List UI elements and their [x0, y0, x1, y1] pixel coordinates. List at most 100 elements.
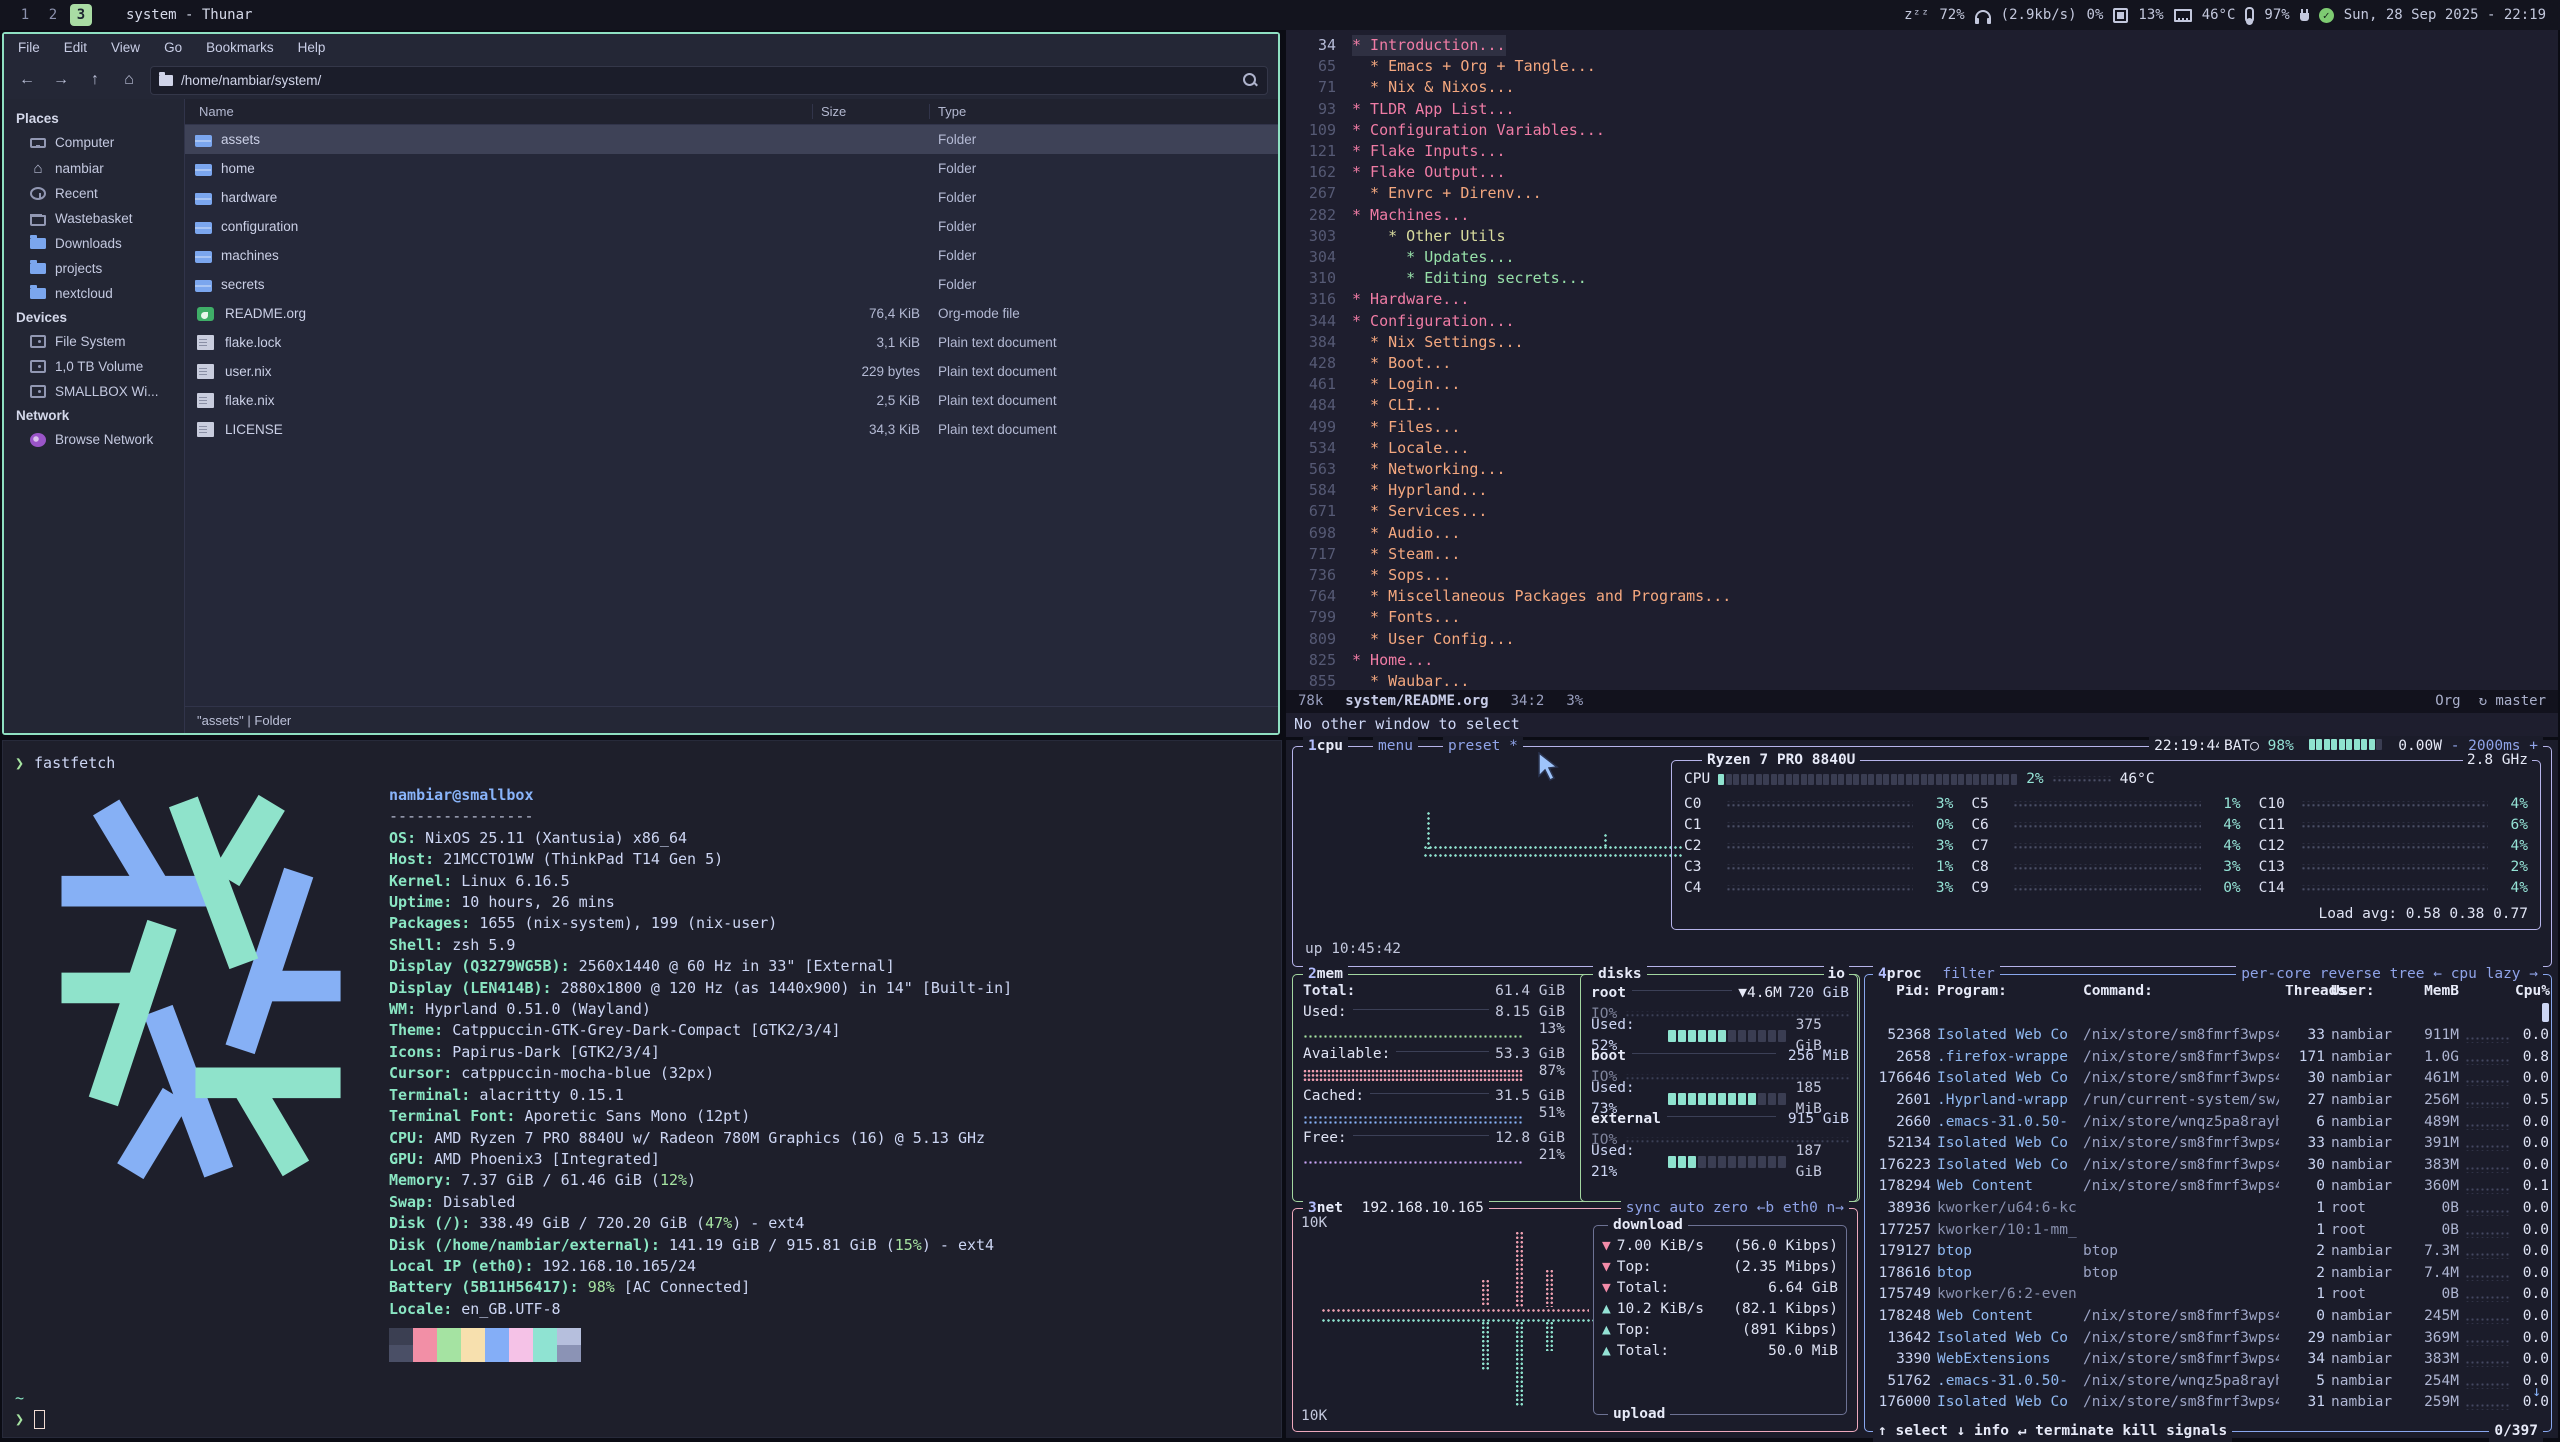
workspace-button[interactable]: 1 — [14, 4, 36, 26]
org-line[interactable]: 584 * Hyprland... — [1286, 480, 2558, 501]
file-row[interactable]: assets Folder — [185, 125, 1278, 154]
column-size[interactable]: Size — [813, 104, 930, 119]
file-row[interactable]: user.nix 229 bytes Plain text document — [185, 357, 1278, 386]
proc-footer-keys[interactable]: ↑ select ↓ info ↵ terminate kill signals — [1873, 1421, 2232, 1442]
process-row[interactable]: 13642 Isolated Web Co /nix/store/sm8fmrf… — [1871, 1327, 2545, 1349]
clock-date[interactable]: Sun, 28 Sep 2025 - 22:19 — [2344, 7, 2546, 23]
column-type[interactable]: Type — [930, 104, 1278, 119]
process-row[interactable]: 176000 Isolated Web Co /nix/store/sm8fmr… — [1871, 1392, 2545, 1414]
file-row[interactable]: flake.nix 2,5 KiB Plain text document — [185, 386, 1278, 415]
process-row[interactable]: 38936 kworker/u64:6-kc 1 root 0B 0.0 — [1871, 1198, 2545, 1220]
filter-button[interactable]: filter — [1942, 966, 1994, 982]
volume-value[interactable]: 72% — [1939, 7, 1964, 23]
sidebar-place-item[interactable]: nextcloud — [4, 281, 184, 306]
process-row[interactable]: 2601 .Hyprland-wrapp /run/current-system… — [1871, 1090, 2545, 1112]
process-row[interactable]: 178294 Web Content /nix/store/sm8fmrf3wp… — [1871, 1176, 2545, 1198]
org-line[interactable]: 764 * Miscellaneous Packages and Program… — [1286, 586, 2558, 607]
disks-title[interactable]: disks — [1593, 964, 1647, 985]
process-row[interactable]: 175749 kworker/6:2-even 1 root 0B 0.0 — [1871, 1284, 2545, 1306]
search-icon[interactable] — [1241, 71, 1259, 89]
process-row[interactable]: 177257 kworker/10:1-mm_ 1 root 0B 0.0 — [1871, 1219, 2545, 1241]
menu-item[interactable]: Edit — [64, 40, 87, 55]
org-line[interactable]: 809 * User Config... — [1286, 629, 2558, 650]
org-line[interactable]: 484 * CLI... — [1286, 395, 2558, 416]
forward-button[interactable]: → — [48, 67, 74, 93]
process-row[interactable]: 52134 Isolated Web Co /nix/store/sm8fmrf… — [1871, 1133, 2545, 1155]
workspace-button[interactable]: 3 — [70, 4, 92, 26]
buffer-name[interactable]: system/README.org — [1345, 691, 1488, 712]
process-row[interactable]: 3390 WebExtensions /nix/store/sm8fmrf3wp… — [1871, 1349, 2545, 1371]
file-row[interactable]: README.org 76,4 KiB Org-mode file — [185, 299, 1278, 328]
org-line[interactable]: 65 * Emacs + Org + Tangle... — [1286, 56, 2558, 77]
shell-prompt-empty[interactable]: ❯ — [15, 1409, 45, 1430]
org-line[interactable]: 344 * Configuration... — [1286, 311, 2558, 332]
file-row[interactable]: home Folder — [185, 154, 1278, 183]
up-button[interactable]: ↑ — [82, 67, 108, 93]
menu-button[interactable]: menu — [1373, 736, 1418, 757]
org-buffer[interactable]: 34 * Introduction... 65 * Emacs + Org + … — [1286, 30, 2558, 690]
cpu-panel-title[interactable]: 1cpu — [1303, 736, 1348, 757]
org-line[interactable]: 310 * Editing secrets... — [1286, 268, 2558, 289]
org-line[interactable]: 825 * Home... — [1286, 650, 2558, 671]
org-line[interactable]: 799 * Fonts... — [1286, 607, 2558, 628]
net-panel-title[interactable]: 3net 192.168.10.165 — [1303, 1198, 1489, 1219]
sidebar-place-item[interactable]: nambiar — [4, 155, 184, 181]
process-row[interactable]: 178616 btop btop 2 nambiar 7.4M 0.0 — [1871, 1263, 2545, 1285]
menu-item[interactable]: Help — [298, 40, 326, 55]
org-line[interactable]: 109 * Configuration Variables... — [1286, 120, 2558, 141]
menu-item[interactable]: Go — [164, 40, 182, 55]
cpu-usage-value[interactable]: 0% — [2087, 7, 2104, 23]
terminal-window[interactable]: ❯ fastfetch nambiar@smallbox -----------… — [2, 740, 1282, 1438]
temperature-value[interactable]: 46°C — [2202, 7, 2236, 23]
sidebar-place-item[interactable]: projects — [4, 256, 184, 281]
org-line[interactable]: 698 * Audio... — [1286, 523, 2558, 544]
org-line[interactable]: 563 * Networking... — [1286, 459, 2558, 480]
file-row[interactable]: hardware Folder — [185, 183, 1278, 212]
path-bar[interactable]: /home/nambiar/system/ — [150, 66, 1268, 95]
org-line[interactable]: 717 * Steam... — [1286, 544, 2558, 565]
major-mode[interactable]: Org — [2435, 691, 2460, 712]
org-line[interactable]: 71 * Nix & Nixos... — [1286, 77, 2558, 98]
process-row[interactable]: 178248 Web Content /nix/store/sm8fmrf3wp… — [1871, 1306, 2545, 1328]
process-row[interactable]: 51762 .emacs-31.0.50- /nix/store/wnqz5pa… — [1871, 1371, 2545, 1393]
network-rate[interactable]: (2.9kb/s) — [2001, 7, 2077, 23]
preset-button[interactable]: preset * — [1443, 736, 1523, 757]
org-line[interactable]: 384 * Nix Settings... — [1286, 332, 2558, 353]
org-line[interactable]: 162 * Flake Output... — [1286, 162, 2558, 183]
org-line[interactable]: 303 * Other Utils — [1286, 226, 2558, 247]
process-row[interactable]: 2658 .firefox-wrappe /nix/store/sm8fmrf3… — [1871, 1047, 2545, 1069]
org-line[interactable]: 267 * Envrc + Direnv... — [1286, 183, 2558, 204]
status-ok-icon[interactable]: ✓ — [2319, 8, 2334, 23]
sidebar-place-item[interactable]: Recent — [4, 181, 184, 206]
sidebar-device-item[interactable]: SMALLBOX Wi... — [4, 379, 184, 404]
org-line[interactable]: 499 * Files... — [1286, 417, 2558, 438]
org-line[interactable]: 428 * Boot... — [1286, 353, 2558, 374]
org-line[interactable]: 93 * TLDR App List... — [1286, 99, 2558, 120]
column-name[interactable]: Name — [185, 104, 813, 119]
sidebar-place-item[interactable]: Downloads — [4, 231, 184, 256]
disks-io-toggle[interactable]: io — [1824, 964, 1849, 985]
workspace-button[interactable]: 2 — [42, 4, 64, 26]
battery-value[interactable]: 97% — [2264, 7, 2289, 23]
org-line[interactable]: 534 * Locale... — [1286, 438, 2558, 459]
git-branch[interactable]: ↻ master — [2479, 691, 2546, 712]
process-row[interactable]: 176223 Isolated Web Co /nix/store/sm8fmr… — [1871, 1155, 2545, 1177]
headphones-icon[interactable] — [1975, 10, 1991, 20]
idle-inhibit-indicator[interactable]: zᶻᶻ — [1904, 7, 1929, 23]
memory-usage-value[interactable]: 13% — [2138, 7, 2163, 23]
org-line[interactable]: 736 * Sops... — [1286, 565, 2558, 586]
file-row[interactable]: LICENSE 34,3 KiB Plain text document — [185, 415, 1278, 444]
proc-controls[interactable]: per-core reverse tree ← cpu lazy → — [2236, 964, 2543, 985]
org-line[interactable]: 34 * Introduction... — [1286, 35, 2558, 56]
org-line[interactable]: 461 * Login... — [1286, 374, 2558, 395]
back-button[interactable]: ← — [14, 67, 40, 93]
process-row[interactable]: 176646 Isolated Web Co /nix/store/sm8fmr… — [1871, 1068, 2545, 1090]
file-row[interactable]: machines Folder — [185, 241, 1278, 270]
menu-item[interactable]: View — [111, 40, 140, 55]
sidebar-device-item[interactable]: 1,0 TB Volume — [4, 354, 184, 379]
org-line[interactable]: 121 * Flake Inputs... — [1286, 141, 2558, 162]
sidebar-device-item[interactable]: File System — [4, 329, 184, 354]
org-line[interactable]: 282 * Machines... — [1286, 205, 2558, 226]
sidebar-place-item[interactable]: Wastebasket — [4, 206, 184, 231]
sidebar-network-item[interactable]: Browse Network — [4, 427, 184, 452]
